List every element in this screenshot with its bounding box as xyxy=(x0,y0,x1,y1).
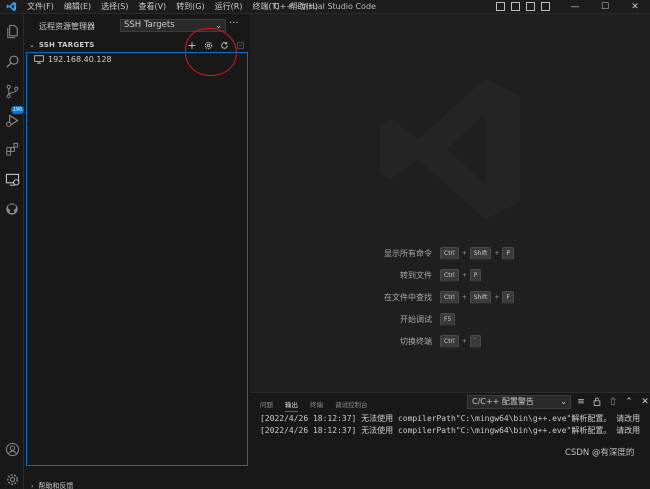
configure-gear-icon[interactable] xyxy=(202,39,214,51)
source-control-icon[interactable] xyxy=(3,82,21,100)
help-feedback-section-header[interactable]: › 帮助和反馈 xyxy=(24,481,250,489)
keycap: Shift xyxy=(469,290,492,304)
remote-target-select[interactable]: SSH Targets ⌄ xyxy=(120,19,226,32)
maximize-button[interactable]: ☐ xyxy=(590,0,620,14)
tab-problems[interactable]: 问题 xyxy=(260,399,273,412)
menu-help[interactable]: 帮助(H) xyxy=(285,1,323,12)
keycap: Ctrl xyxy=(440,334,459,348)
run-debug-icon[interactable] xyxy=(3,111,21,129)
sidebar-title: 远程资源管理器 xyxy=(39,21,95,31)
menu-bar: 文件(F) 编辑(E) 选择(S) 查看(V) 转到(G) 运行(R) 终端(T… xyxy=(22,1,323,12)
panel-tabs: 问题 输出 终端 调试控制台 xyxy=(260,399,368,412)
customize-layout-icon[interactable] xyxy=(541,2,550,11)
output-log: [2022/4/26 18:12:37] 无法使用 compilerPath"C… xyxy=(260,413,650,437)
close-button[interactable]: ✕ xyxy=(620,0,650,14)
shortcut-row: 显示所有命令 Ctrl + Shift + P xyxy=(250,246,515,260)
chevron-down-icon: ⌄ xyxy=(29,41,35,49)
shortcut-row: 在文件中查找 Ctrl + Shift + F xyxy=(250,290,514,304)
maximize-panel-icon[interactable]: ⌃ xyxy=(624,396,634,407)
github-icon[interactable] xyxy=(3,200,21,218)
word-wrap-icon[interactable]: ≡ xyxy=(576,396,586,407)
shortcut-row: 开始调试 F5 xyxy=(250,312,456,326)
menu-selection[interactable]: 选择(S) xyxy=(96,1,133,12)
shortcut-keys: Ctrl + P xyxy=(440,268,482,282)
toggle-sidebar-icon[interactable] xyxy=(496,2,505,11)
vscode-logo-icon xyxy=(0,0,22,14)
keycap: ` xyxy=(469,334,481,348)
menu-go[interactable]: 转到(G) xyxy=(171,1,209,12)
extensions-icon[interactable] xyxy=(3,140,21,158)
remote-explorer-icon[interactable] xyxy=(3,170,21,188)
editor-area: 显示所有命令 Ctrl + Shift + P 转到文件 Ctrl + P 在文件中查… xyxy=(250,14,650,392)
tab-output[interactable]: 输出 xyxy=(285,399,298,412)
window-controls: — ☐ ✕ xyxy=(560,0,650,14)
tab-debug-console[interactable]: 调试控制台 xyxy=(335,399,368,412)
panel-actions: ≡ ⌃ ✕ xyxy=(576,396,650,407)
layout-controls xyxy=(496,2,550,11)
shortcut-row: 转到文件 Ctrl + P xyxy=(250,268,482,282)
shortcut-keys: Ctrl + Shift + P xyxy=(440,246,515,260)
toggle-secondary-sidebar-icon[interactable] xyxy=(526,2,535,11)
shortcut-label: 显示所有命令 xyxy=(384,248,432,258)
shortcut-row: 切换终端 Ctrl + ` xyxy=(250,334,481,348)
keycap: Ctrl xyxy=(440,246,459,260)
shortcut-keys: Ctrl + Shift + F xyxy=(440,290,514,304)
chevron-down-icon: ⌄ xyxy=(215,21,222,30)
account-icon[interactable] xyxy=(3,440,21,458)
ssh-targets-section-header[interactable]: ⌄ SSH TARGETS + xyxy=(24,38,250,52)
help-feedback-label: 帮助和反馈 xyxy=(38,482,74,489)
keycap: F xyxy=(502,290,514,304)
clear-output-icon[interactable] xyxy=(608,396,618,407)
bottom-panel: 问题 输出 终端 调试控制台 C/C++ 配置警告 ⌄ ≡ ⌃ ✕ [2022/… xyxy=(250,392,650,489)
close-panel-icon[interactable]: ✕ xyxy=(640,396,650,407)
explorer-icon[interactable] xyxy=(3,22,21,40)
keycap: Ctrl xyxy=(440,290,459,304)
section-actions: + xyxy=(186,38,246,52)
output-channel-value: C/C++ 配置警告 xyxy=(472,397,534,406)
chevron-right-icon: › xyxy=(31,482,34,489)
monitor-icon xyxy=(34,54,44,64)
menu-file[interactable]: 文件(F) xyxy=(22,1,59,12)
remote-target-value: SSH Targets xyxy=(124,20,175,30)
shortcut-label: 切换终端 xyxy=(400,336,432,346)
more-actions-button[interactable]: ··· xyxy=(229,18,239,29)
chevron-down-icon: ⌄ xyxy=(560,397,567,406)
lock-icon[interactable] xyxy=(592,396,602,407)
ssh-targets-view-frame xyxy=(26,52,248,466)
refresh-icon[interactable] xyxy=(218,39,230,51)
output-line: [2022/4/26 18:12:37] 无法使用 compilerPath"C… xyxy=(260,414,641,423)
menu-edit[interactable]: 编辑(E) xyxy=(59,1,96,12)
keycap: P xyxy=(502,246,515,260)
toggle-panel-icon[interactable] xyxy=(511,2,520,11)
tab-terminal[interactable]: 终端 xyxy=(310,399,323,412)
menu-run[interactable]: 运行(R) xyxy=(210,1,248,12)
title-bar: 文件(F) 编辑(E) 选择(S) 查看(V) 转到(G) 运行(R) 终端(T… xyxy=(0,0,650,14)
output-channel-select[interactable]: C/C++ 配置警告 ⌄ xyxy=(467,395,571,409)
keycap: P xyxy=(469,268,482,282)
vscode-watermark-logo xyxy=(370,69,530,232)
section-title: SSH TARGETS xyxy=(38,41,95,49)
ssh-host-label: 192.168.40.128 xyxy=(48,54,112,64)
ssh-host-item[interactable]: 192.168.40.128 xyxy=(34,53,112,65)
settings-gear-icon[interactable] xyxy=(3,470,21,488)
shortcut-label: 开始调试 xyxy=(400,314,432,324)
add-new-ssh-host-icon[interactable]: + xyxy=(186,39,198,52)
shortcut-keys: F5 xyxy=(440,312,456,326)
menu-terminal[interactable]: 终端(T) xyxy=(247,1,284,12)
watermark-credit: CSDN @有深度的 xyxy=(565,448,635,458)
menu-view[interactable]: 查看(V) xyxy=(133,1,171,12)
sidebar: 远程资源管理器 SSH Targets ⌄ ··· ⌄ SSH TARGETS … xyxy=(24,14,250,489)
shortcut-label: 在文件中查找 xyxy=(384,292,432,302)
keycap: Shift xyxy=(469,246,492,260)
activity-bar: 190 xyxy=(0,14,24,489)
search-icon[interactable] xyxy=(3,52,21,70)
collapse-all-icon[interactable] xyxy=(234,39,246,51)
keycap: F5 xyxy=(440,312,456,326)
shortcut-label: 转到文件 xyxy=(400,270,432,280)
keycap: Ctrl xyxy=(440,268,459,282)
minimize-button[interactable]: — xyxy=(560,0,590,14)
shortcut-keys: Ctrl + ` xyxy=(440,334,481,348)
output-line: [2022/4/26 18:12:37] 无法使用 compilerPath"C… xyxy=(260,426,641,435)
